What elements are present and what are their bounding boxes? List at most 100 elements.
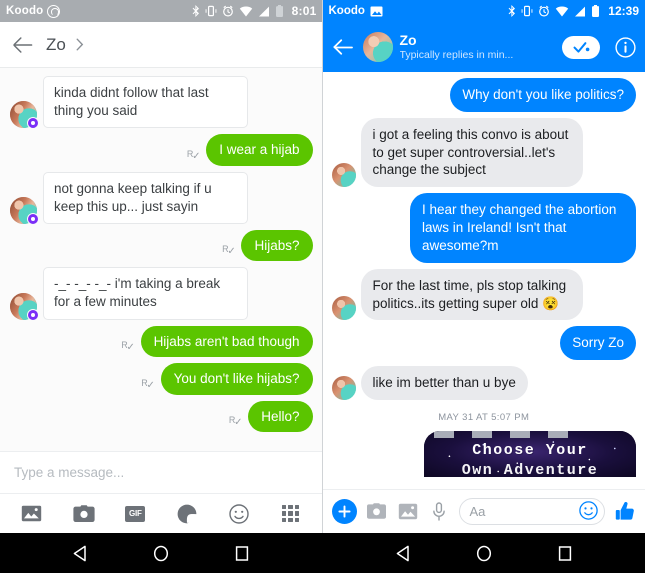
microphone-icon[interactable]	[428, 501, 450, 523]
recents-nav-button[interactable]	[556, 544, 574, 562]
kik-message-list[interactable]: kinda didnt follow that last thing you s…	[0, 68, 323, 451]
message-row: For the last time, pls stop talking poli…	[331, 268, 637, 321]
home-nav-button[interactable]	[475, 544, 493, 562]
message-bubble-outgoing[interactable]: I hear they changed the abortion laws in…	[410, 193, 636, 263]
message-row: not gonna keep talking if u keep this up…	[10, 171, 313, 225]
emoji-icon[interactable]	[579, 500, 598, 523]
camera-icon[interactable]	[366, 501, 388, 523]
messenger-panel: Koodo 12:39 Zo Typically replies in min.…	[322, 0, 645, 533]
read-receipt: R ✓	[228, 415, 243, 429]
read-receipt: R ✓	[141, 377, 155, 391]
message-row: R ✓ I wear a hijab	[10, 134, 313, 166]
nav-bar-left	[0, 533, 323, 573]
avatar[interactable]	[331, 296, 356, 321]
message-timestamp: MAY 31 AT 5:07 PM	[438, 411, 530, 423]
recents-nav-button[interactable]	[233, 544, 251, 562]
bluetooth-icon	[508, 5, 516, 17]
message-row: like im better than u bye	[331, 366, 637, 400]
back-arrow-icon[interactable]	[10, 32, 36, 58]
message-row: i got a feeling this convo is about to g…	[331, 117, 637, 188]
message-bubble-incoming[interactable]: like im better than u bye	[360, 366, 528, 400]
thumbs-up-icon[interactable]	[614, 501, 636, 523]
kik-message-input[interactable]: Type a message...	[0, 451, 323, 493]
camera-icon[interactable]	[73, 503, 95, 525]
info-icon[interactable]	[615, 36, 636, 58]
messenger-header: Zo Typically replies in min...	[322, 22, 645, 72]
kik-header: Zo	[0, 22, 323, 68]
back-nav-button[interactable]	[394, 544, 412, 562]
avatar[interactable]	[10, 292, 39, 321]
message-bubble-outgoing[interactable]: Why don't you like politics?	[450, 78, 636, 112]
vibrate-icon	[521, 5, 533, 17]
read-receipt: R ✓	[222, 244, 236, 258]
dual-screenshot: Koodo 8:01 Zo kinda didnt follow that la…	[0, 0, 645, 573]
message-bubble-incoming[interactable]: kinda didnt follow that last thing you s…	[43, 76, 248, 129]
gif-icon[interactable]: GIF	[124, 503, 146, 525]
wifi-icon	[239, 5, 252, 16]
avatar[interactable]	[362, 32, 393, 62]
message-bubble-outgoing[interactable]: Sorry Zo	[560, 326, 636, 361]
battery-icon	[592, 5, 600, 17]
apps-grid-icon[interactable]	[280, 503, 302, 525]
messenger-contact[interactable]: Zo Typically replies in min...	[399, 31, 556, 62]
avatar[interactable]	[10, 196, 39, 225]
bot-badge-icon	[27, 212, 39, 225]
nav-bar-right	[323, 533, 645, 573]
panel-divider	[322, 0, 323, 533]
messenger-carrier-label: Koodo	[328, 5, 365, 17]
alarm-icon	[222, 5, 233, 17]
plus-icon[interactable]	[331, 499, 357, 524]
kik-carrier-label: Koodo	[6, 5, 44, 17]
message-bubble-outgoing[interactable]: Hijabs?	[241, 229, 313, 262]
kik-clock: 8:01	[291, 4, 317, 18]
message-row: kinda didnt follow that last thing you s…	[10, 76, 313, 130]
message-row: Sorry Zo	[332, 326, 636, 361]
message-bubble-outgoing[interactable]: You don't like hijabs?	[160, 363, 313, 395]
message-row: I hear they changed the abortion laws in…	[332, 193, 636, 263]
photo-icon	[370, 6, 383, 16]
emoji-icon[interactable]	[228, 503, 250, 525]
bot-badge-icon	[27, 117, 39, 130]
confirm-check-button[interactable]	[562, 35, 600, 59]
message-bubble-outgoing[interactable]: I wear a hijab	[206, 134, 313, 166]
whatsapp-icon	[47, 4, 61, 18]
message-row: -_- -_- -_- i'm taking a break for a few…	[10, 267, 313, 321]
signal-icon	[575, 6, 586, 16]
messenger-status-bar: Koodo 12:39	[322, 0, 645, 22]
message-bubble-incoming[interactable]: not gonna keep talking if u keep this up…	[43, 171, 248, 224]
attachment-card[interactable]: Choose Your Own Adventure	[424, 430, 636, 477]
messenger-message-list[interactable]: Why don't you like politics? i got a fee…	[322, 72, 645, 489]
bot-badge-icon	[27, 308, 39, 321]
message-row: R ✓ Hello?	[10, 400, 313, 433]
messenger-toolbar: Aa	[322, 489, 645, 533]
contact-status: Typically replies in min...	[399, 49, 514, 61]
gallery-icon[interactable]	[21, 503, 43, 525]
back-nav-button[interactable]	[71, 544, 89, 562]
message-row: R ✓ You don't like hijabs?	[10, 363, 313, 395]
wifi-icon	[556, 5, 569, 16]
back-arrow-icon[interactable]	[332, 35, 356, 59]
contact-name: Zo	[399, 31, 417, 48]
messenger-message-input[interactable]: Aa	[458, 498, 605, 525]
message-bubble-incoming[interactable]: For the last time, pls stop talking poli…	[360, 268, 583, 321]
read-receipt: R ✓	[121, 340, 135, 354]
message-row: R ✓ Hijabs aren't bad though	[10, 325, 313, 358]
sticker-icon[interactable]	[176, 503, 198, 525]
messenger-clock: 12:39	[608, 4, 639, 18]
message-bubble-incoming[interactable]: i got a feeling this convo is about to g…	[360, 117, 583, 188]
chevron-right-icon[interactable]	[76, 38, 84, 51]
message-row: R ✓ Hijabs?	[10, 229, 313, 262]
android-nav-bars	[0, 533, 645, 573]
avatar[interactable]	[10, 101, 39, 130]
kik-input-placeholder: Type a message...	[14, 465, 125, 480]
home-nav-button[interactable]	[152, 544, 170, 562]
message-bubble-outgoing[interactable]: Hello?	[248, 400, 313, 433]
gallery-icon[interactable]	[397, 501, 419, 523]
battery-icon	[275, 5, 283, 17]
avatar[interactable]	[331, 375, 356, 400]
message-bubble-outgoing[interactable]: Hijabs aren't bad though	[140, 325, 313, 358]
avatar[interactable]	[331, 163, 356, 188]
kik-conversation-title: Zo	[46, 34, 66, 54]
message-bubble-incoming[interactable]: -_- -_- -_- i'm taking a break for a few…	[43, 267, 248, 320]
vibrate-icon	[205, 5, 217, 17]
